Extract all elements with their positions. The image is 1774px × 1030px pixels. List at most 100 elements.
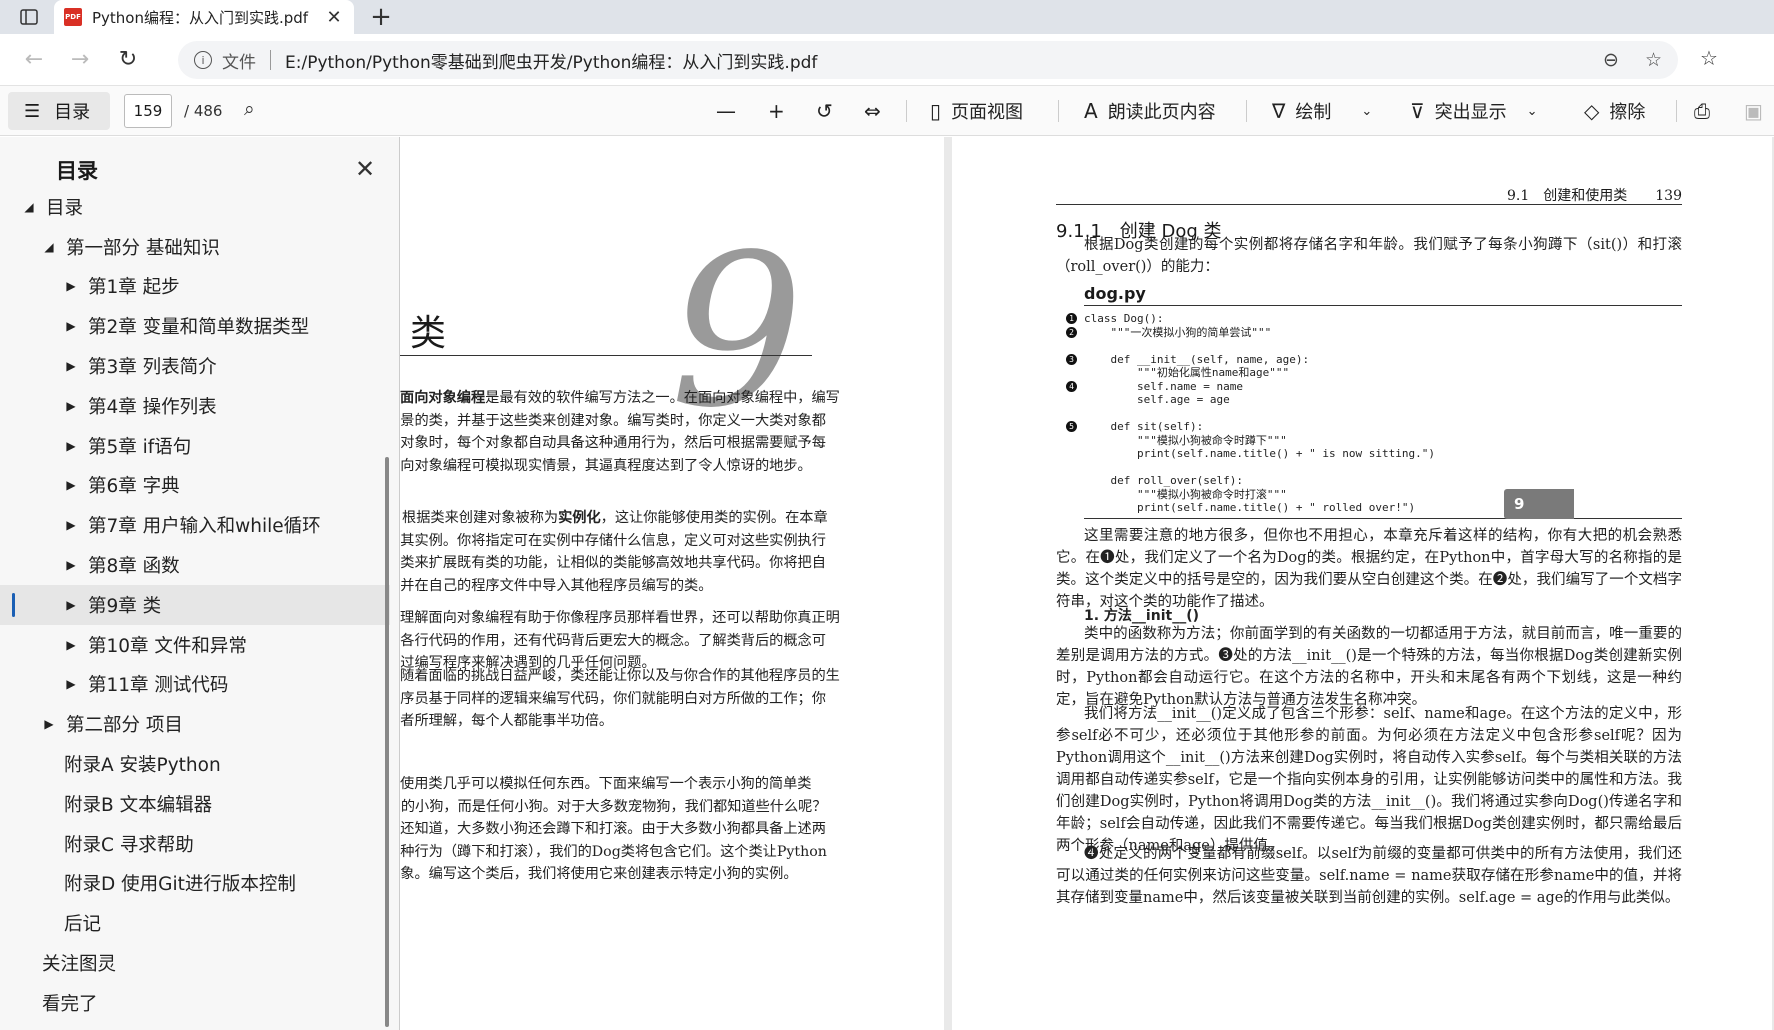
code-line: 2 """一次模拟小狗的简单尝试""" <box>1056 326 1682 340</box>
toc-button-label: 目录 <box>54 102 91 123</box>
toc-item[interactable]: ▶ 第3章 列表简介 <box>0 346 390 386</box>
toc-item-label: 第10章 文件和异常 <box>88 635 247 657</box>
expand-arrow-icon[interactable]: ▶ <box>62 279 80 293</box>
tab-actions-icon[interactable] <box>14 5 44 29</box>
favorite-star-icon[interactable]: ☆ <box>1645 49 1662 71</box>
running-head: 9.1 创建和使用类 139 <box>1056 185 1682 205</box>
chapter-title: 类 <box>410 313 447 354</box>
toc-item[interactable]: 后记 <box>0 903 390 943</box>
favorites-icon[interactable]: ☆ <box>1700 46 1718 70</box>
toc-item-label: 附录C 寻求帮助 <box>64 834 194 856</box>
expand-arrow-icon[interactable]: ▶ <box>62 518 80 532</box>
toolbar-divider <box>1246 100 1247 122</box>
toc-item[interactable]: ▶ 第11章 测试代码 <box>0 665 390 705</box>
code-line: """模拟小狗被命令时打滚""" <box>1056 488 1682 502</box>
sidebar-scrollbar[interactable] <box>385 457 389 1027</box>
expand-arrow-icon[interactable]: ▶ <box>62 598 80 612</box>
new-tab-button[interactable]: + <box>366 2 396 32</box>
toc-item[interactable]: 附录A 安装Python <box>0 744 390 784</box>
toc-item[interactable]: ▶ 第6章 字典 <box>0 466 390 506</box>
save-button[interactable]: ▣ <box>1744 96 1773 126</box>
toc-item[interactable]: 附录B 文本编辑器 <box>0 784 390 824</box>
zoom-out-button[interactable]: — <box>716 96 746 126</box>
tab-close-icon[interactable]: ✕ <box>324 7 344 28</box>
expand-arrow-icon[interactable]: ▶ <box>62 319 80 333</box>
info-icon[interactable]: i <box>194 51 212 69</box>
close-icon[interactable]: ✕ <box>355 155 375 183</box>
expand-arrow-icon[interactable]: ▶ <box>40 717 58 731</box>
page-view-button[interactable]: ▯ 页面视图 <box>930 96 1023 126</box>
forward-arrow-icon[interactable]: → <box>66 46 94 74</box>
zoom-in-button[interactable]: + <box>768 96 795 126</box>
toc-item[interactable]: ▶ 第二部分 项目 <box>0 704 390 744</box>
toc-item-label: 看完了 <box>42 993 98 1015</box>
toc-item[interactable]: ▶ 第2章 变量和简单数据类型 <box>0 306 390 346</box>
fit-page-button[interactable]: ⇔ <box>864 96 891 126</box>
toc-item[interactable]: ◢ 目录 <box>0 187 390 227</box>
code-text: def sit(self): <box>1084 420 1204 433</box>
toc-item[interactable]: ▶ 第9章 类 <box>0 584 390 625</box>
highlight-button[interactable]: ⊽ 突出显示 ⌄ <box>1410 96 1538 126</box>
address-bar[interactable]: i 文件 E:/Python/Python零基础到爬虫开发/Python编程：从… <box>178 41 1678 79</box>
toc-item[interactable]: 附录D 使用Git进行版本控制 <box>0 864 390 904</box>
toc-item[interactable]: 附录C 寻求帮助 <box>0 824 390 864</box>
code-marker: 1 <box>1066 313 1077 324</box>
expand-arrow-icon[interactable]: ▶ <box>62 677 80 691</box>
chapter-rule <box>400 355 812 356</box>
toc-item-label: 第1章 起步 <box>88 277 180 299</box>
code-block: 1 class Dog(): 2 """一次模拟小狗的简单尝试""" 3 def __… <box>1056 312 1682 515</box>
toc-list: ◢ 目录 ◢ 第一部分 基础知识 ▶ 第1章 起步 ▶ 第2章 变量和简单数据类型 ▶ 第3章 列… <box>0 187 390 1023</box>
erase-button[interactable]: ◇ 擦除 <box>1584 96 1645 126</box>
paragraph: ❹处定义的两个变量都有前缀self。以self为前缀的变量都可供类中的所有方法使… <box>1056 846 1682 906</box>
expand-arrow-icon[interactable]: ▶ <box>62 439 80 453</box>
expand-arrow-icon[interactable]: ▶ <box>62 478 80 492</box>
toc-item[interactable]: ▶ 第5章 if语句 <box>0 426 390 466</box>
code-marker: 4 <box>1066 380 1077 392</box>
expand-arrow-icon[interactable]: ▶ <box>62 359 80 373</box>
toc-item[interactable]: ▶ 第10章 文件和异常 <box>0 625 390 665</box>
rotate-button[interactable]: ↺ <box>816 96 843 126</box>
chevron-down-icon[interactable]: ⌄ <box>1361 104 1372 119</box>
code-line: print(self.name.title() + " is now sitti… <box>1056 447 1682 461</box>
toc-item-label: 第6章 字典 <box>88 476 180 498</box>
toc-item-label: 目录 <box>46 197 84 219</box>
code-line: """模拟小狗被命令时蹲下""" <box>1056 434 1682 448</box>
collapse-arrow-icon[interactable]: ◢ <box>20 200 38 214</box>
code-line: print(self.name.title() + " rolled over!… <box>1056 501 1682 515</box>
paragraph: 根据类来创建对象被称为实例化，这让你能够使用类的实例。在本章中，你将编写一些类并… <box>400 507 840 597</box>
print-button[interactable]: ⎙ <box>1694 96 1720 126</box>
page-number-input[interactable]: 159 <box>124 94 172 128</box>
toc-item[interactable]: ▶ 第7章 用户输入和while循环 <box>0 505 390 545</box>
toc-item[interactable]: 看完了 <box>0 983 390 1023</box>
collapse-arrow-icon[interactable]: ◢ <box>40 240 58 254</box>
eraser-icon: ◇ <box>1584 99 1600 123</box>
pdf-viewer[interactable]: 9 类 面向对象编程是最有效的软件编写方法之一。在面向对象编程中，编写表示现实世… <box>400 137 1774 1030</box>
expand-arrow-icon[interactable]: ▶ <box>62 638 80 652</box>
toc-item[interactable]: ▶ 第1章 起步 <box>0 267 390 307</box>
toc-item-label: 第11章 测试代码 <box>88 675 229 697</box>
read-aloud-button[interactable]: A 朗读此页内容 <box>1084 96 1216 126</box>
search-icon[interactable]: ⌕ <box>244 98 255 120</box>
code-line: 1 class Dog(): <box>1056 312 1682 326</box>
toc-item[interactable]: ▶ 第8章 函数 <box>0 545 390 585</box>
toc-toggle-button[interactable]: ☰ 目录 <box>8 92 110 130</box>
toc-item[interactable]: ▶ 第4章 操作列表 <box>0 386 390 426</box>
code-line: def roll_over(self): <box>1056 474 1682 488</box>
back-arrow-icon[interactable]: ← <box>20 46 48 74</box>
zoom-out-icon[interactable]: ⊖ <box>1603 49 1619 71</box>
draw-button[interactable]: ∇ 绘制 ⌄ <box>1272 96 1372 126</box>
toc-item-label: 第5章 if语句 <box>88 436 192 458</box>
erase-label: 擦除 <box>1609 102 1646 123</box>
expand-arrow-icon[interactable]: ▶ <box>62 558 80 572</box>
toc-item[interactable]: 关注图灵 <box>0 943 390 983</box>
url-text[interactable]: E:/Python/Python零基础到爬虫开发/Python编程：从入门到实践… <box>285 48 1603 73</box>
chevron-down-icon[interactable]: ⌄ <box>1527 104 1538 119</box>
toc-item[interactable]: ◢ 第一部分 基础知识 <box>0 227 390 267</box>
pdf-toolbar: ☰ 目录 159 / 486 ⌕ — + ↺ ⇔ ▯ 页面视图 A 朗读此页内容 ∇… <box>0 86 1774 136</box>
refresh-icon[interactable]: ↻ <box>114 46 142 74</box>
expand-arrow-icon[interactable]: ▶ <box>62 399 80 413</box>
toc-item-label: 第一部分 基础知识 <box>66 237 220 259</box>
divider <box>270 50 271 70</box>
toc-item-label: 第二部分 项目 <box>66 715 183 737</box>
browser-tab-active[interactable]: PDF Python编程：从入门到实践.pdf ✕ <box>54 0 354 34</box>
